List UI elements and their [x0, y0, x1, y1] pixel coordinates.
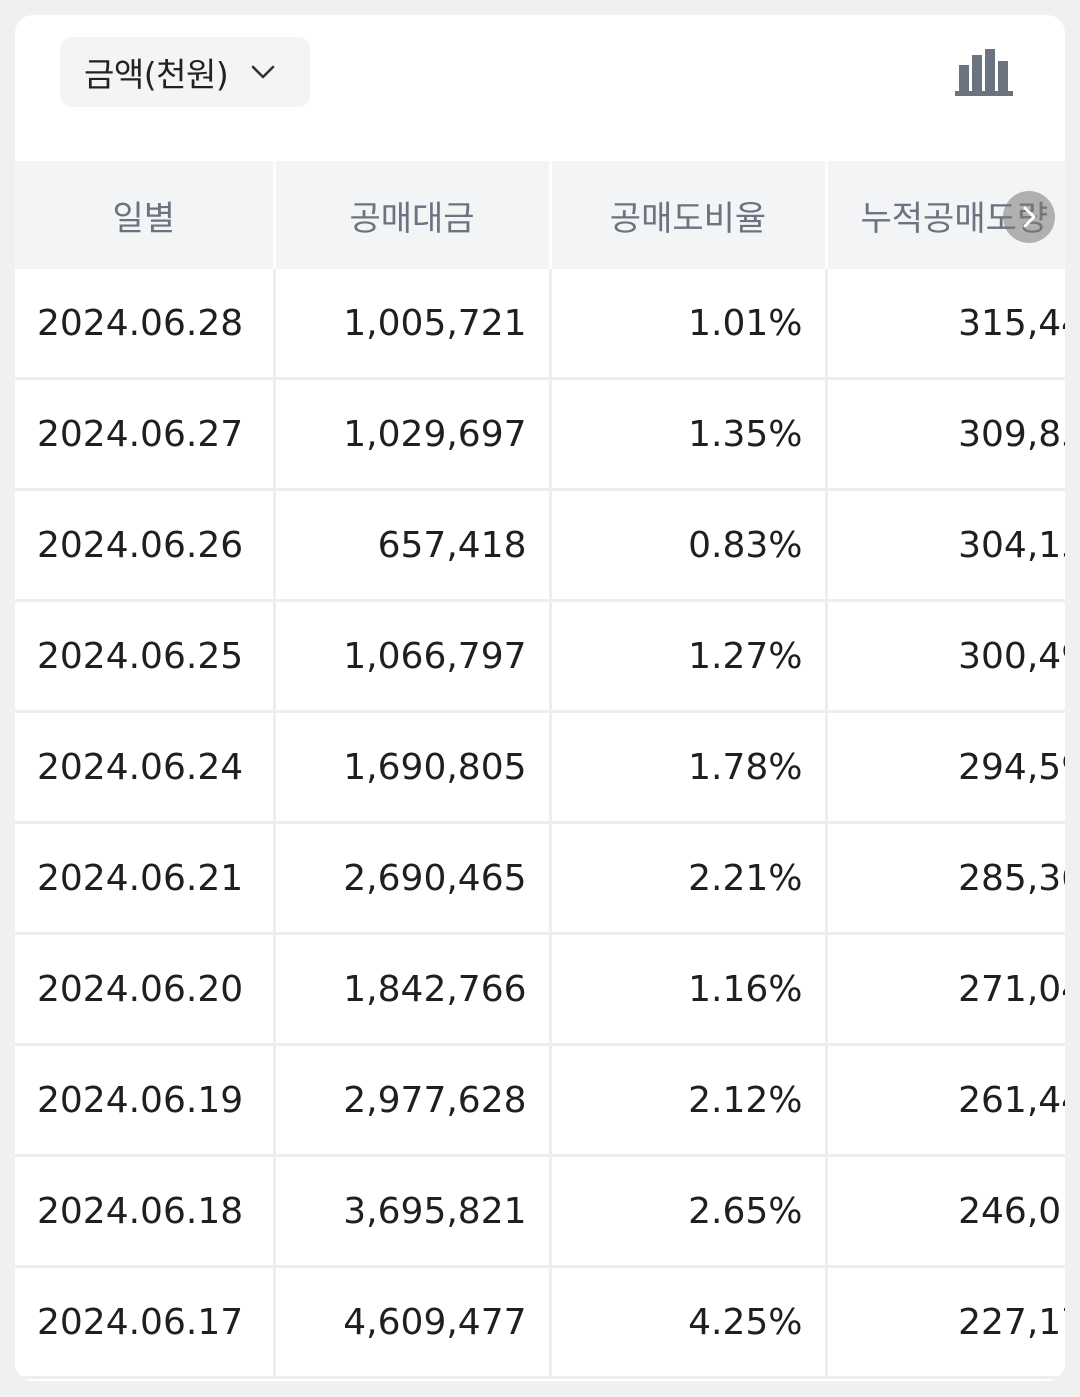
- bar-chart-icon[interactable]: [953, 47, 1015, 99]
- cumulative-volume-cell: 315,446: [826, 269, 1065, 380]
- date-cell: 2024.06.21: [15, 822, 276, 935]
- date-cell: 2024.06.19: [15, 1044, 276, 1157]
- column-header-short-ratio: 공매도비율: [550, 161, 828, 269]
- table-row: 2024.06.21 2,690,465 2.21% 285,361: [15, 822, 1065, 935]
- short-amount-cell: 1,066,797: [274, 600, 552, 713]
- chevron-right-icon: [1023, 206, 1036, 228]
- date-cell: 2024.06.26: [15, 489, 276, 602]
- short-ratio-cell: 0.83%: [550, 489, 828, 602]
- date-cell: 2024.06.18: [15, 1155, 276, 1268]
- table-row: 2024.06.28 1,005,721 1.01% 315,446: [15, 269, 1065, 380]
- short-amount-cell: 2,690,465: [274, 822, 552, 935]
- short-amount-cell: 1,842,766: [274, 933, 552, 1046]
- short-amount-cell: 657,418: [274, 489, 552, 602]
- short-selling-table: 일별 공매대금 공매도비율 누적공매도량 2024.06.28 1,005,72…: [15, 161, 1065, 1379]
- short-ratio-cell: 1.78%: [550, 711, 828, 824]
- cumulative-volume-cell: 271,044: [826, 933, 1065, 1046]
- date-cell: 2024.06.24: [15, 711, 276, 824]
- short-ratio-cell: 1.27%: [550, 600, 828, 713]
- table-row: 2024.06.20 1,842,766 1.16% 271,044: [15, 933, 1065, 1046]
- cumulative-volume-cell: 227,174: [826, 1266, 1065, 1379]
- cumulative-volume-cell: 300,493: [826, 600, 1065, 713]
- table-row: 2024.06.27 1,029,697 1.35% 309,854: [15, 378, 1065, 491]
- date-cell: 2024.06.17: [15, 1266, 276, 1379]
- column-header-short-amount: 공매대금: [274, 161, 552, 269]
- cumulative-volume-cell: 294,595: [826, 711, 1065, 824]
- table-row: 2024.06.18 3,695,821 2.65% 246,013: [15, 1155, 1065, 1268]
- table-row: 2024.06.17 4,609,477 4.25% 227,174: [15, 1266, 1065, 1379]
- table-row: 2024.06.26 657,418 0.83% 304,155: [15, 489, 1065, 602]
- unit-dropdown-label: 금액(천원): [84, 55, 229, 94]
- date-cell: 2024.06.20: [15, 933, 276, 1046]
- short-amount-cell: 1,690,805: [274, 711, 552, 824]
- cumulative-volume-cell: 246,013: [826, 1155, 1065, 1268]
- cumulative-volume-cell: 261,441: [826, 1044, 1065, 1157]
- short-ratio-cell: 1.16%: [550, 933, 828, 1046]
- short-amount-cell: 1,005,721: [274, 269, 552, 380]
- short-amount-cell: 1,029,697: [274, 378, 552, 491]
- cumulative-volume-cell: 304,155: [826, 489, 1065, 602]
- unit-dropdown[interactable]: 금액(천원): [60, 37, 310, 107]
- cumulative-volume-cell: 309,854: [826, 378, 1065, 491]
- short-ratio-cell: 2.65%: [550, 1155, 828, 1268]
- short-ratio-cell: 4.25%: [550, 1266, 828, 1379]
- short-amount-cell: 3,695,821: [274, 1155, 552, 1268]
- toolbar: 금액(천원): [15, 15, 1065, 161]
- short-amount-cell: 2,977,628: [274, 1044, 552, 1157]
- date-cell: 2024.06.28: [15, 269, 276, 380]
- table-row: 2024.06.25 1,066,797 1.27% 300,493: [15, 600, 1065, 713]
- short-selling-card: 금액(천원) 일별 공매대금 공매도비율 누적공매도량 2024.06.28 1…: [15, 15, 1065, 1381]
- table-row: 2024.06.24 1,690,805 1.78% 294,595: [15, 711, 1065, 824]
- column-header-date: 일별: [15, 161, 276, 269]
- date-cell: 2024.06.27: [15, 378, 276, 491]
- short-ratio-cell: 2.21%: [550, 822, 828, 935]
- table-row: 2024.06.19 2,977,628 2.12% 261,441: [15, 1044, 1065, 1157]
- chevron-down-icon: [250, 59, 276, 85]
- table-header-row: 일별 공매대금 공매도비율 누적공매도량: [15, 161, 1065, 269]
- short-amount-cell: 4,609,477: [274, 1266, 552, 1379]
- cumulative-volume-cell: 285,361: [826, 822, 1065, 935]
- short-selling-table-scroll[interactable]: 일별 공매대금 공매도비율 누적공매도량 2024.06.28 1,005,72…: [15, 161, 1065, 1381]
- scroll-right-button[interactable]: [1003, 191, 1055, 243]
- short-ratio-cell: 1.01%: [550, 269, 828, 380]
- short-ratio-cell: 1.35%: [550, 378, 828, 491]
- short-ratio-cell: 2.12%: [550, 1044, 828, 1157]
- date-cell: 2024.06.25: [15, 600, 276, 713]
